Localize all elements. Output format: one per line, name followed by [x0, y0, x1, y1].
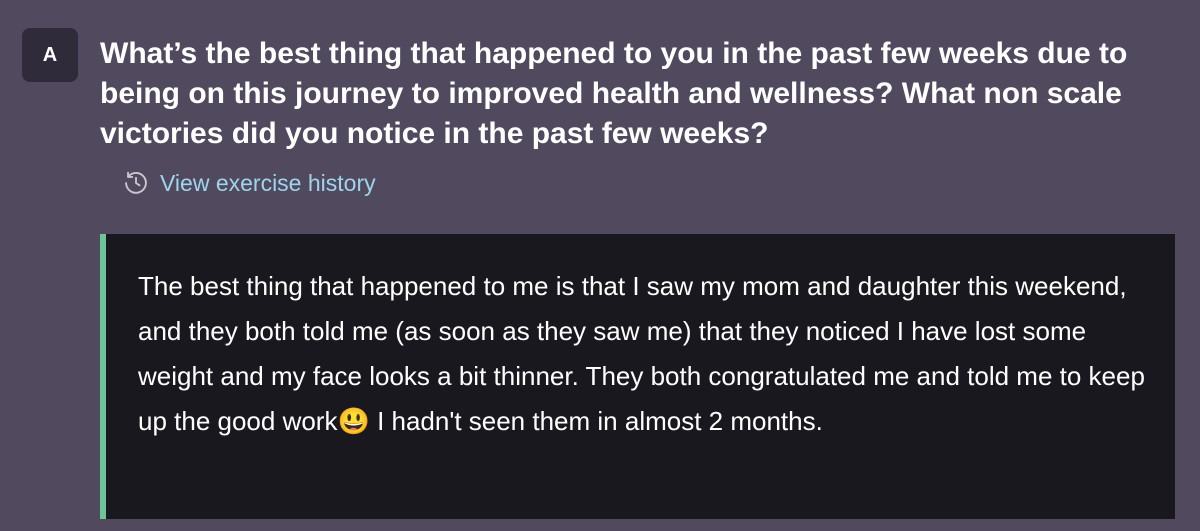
question-text: What’s the best thing that happened to y… — [100, 37, 1128, 150]
answer-box: The best thing that happened to me is th… — [100, 234, 1175, 519]
history-link-label: View exercise history — [160, 170, 376, 196]
view-exercise-history-link[interactable]: View exercise history — [122, 168, 376, 198]
answer-text: The best thing that happened to me is th… — [138, 271, 1145, 436]
history-clock-icon — [122, 169, 150, 197]
question-badge: A — [22, 28, 78, 82]
